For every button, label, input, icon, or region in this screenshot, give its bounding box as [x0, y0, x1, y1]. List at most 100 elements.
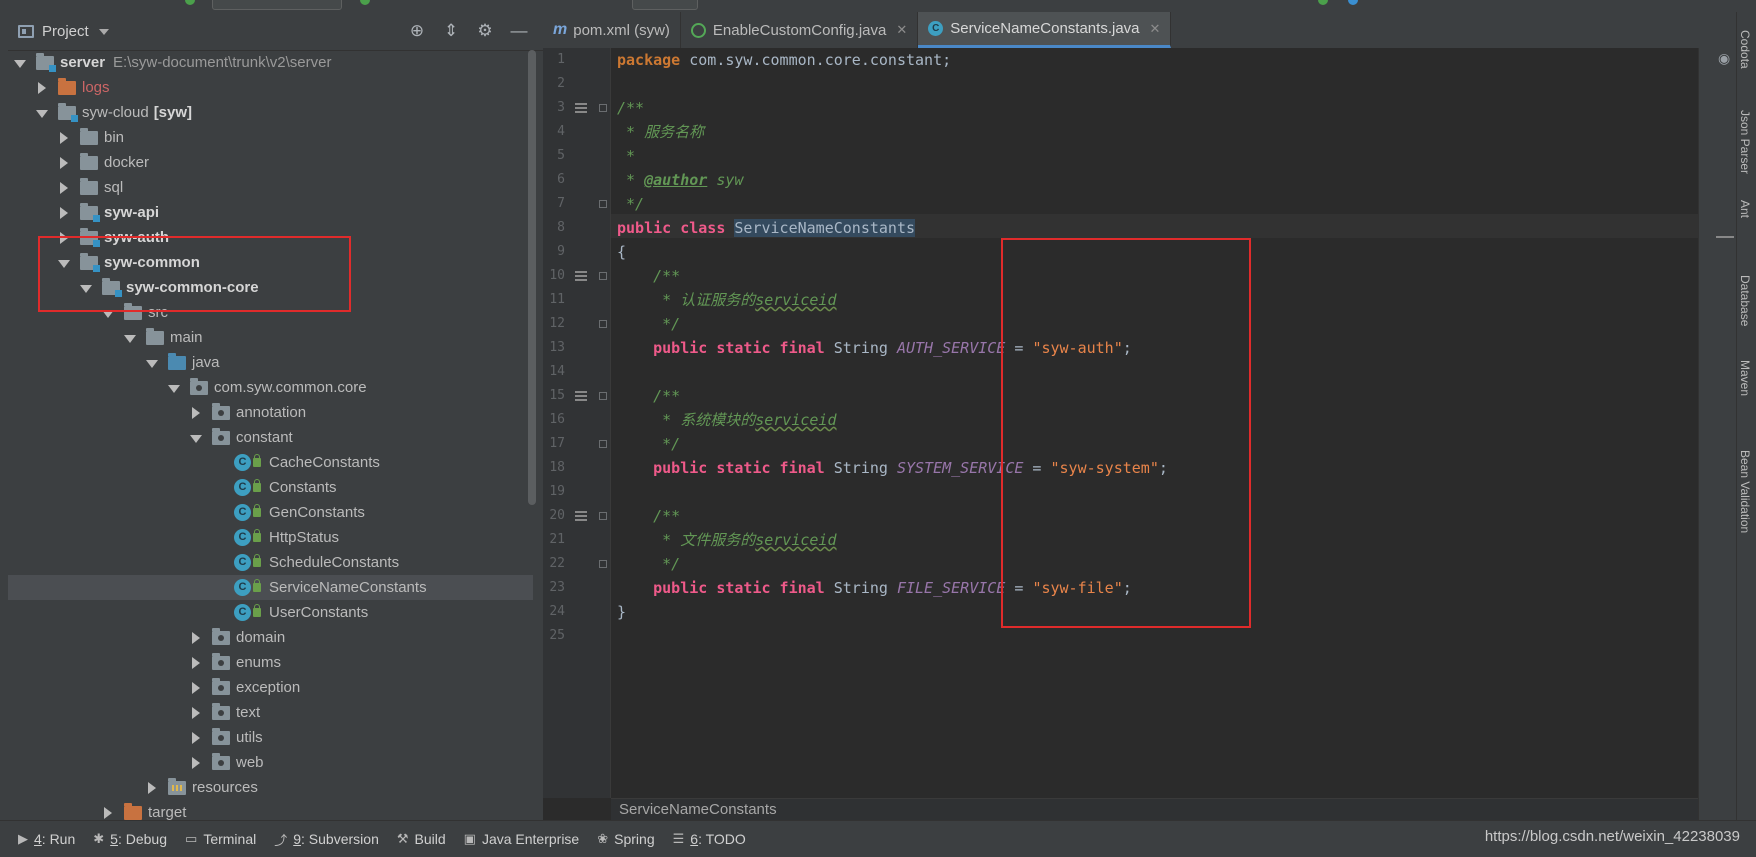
fold-icon[interactable] — [599, 320, 607, 328]
chevron-right-icon[interactable] — [190, 656, 202, 669]
package-icon — [212, 702, 230, 720]
tree-item-scheduleconstants[interactable]: C ScheduleConstants — [8, 550, 533, 575]
fold-icon[interactable] — [599, 440, 607, 448]
tree-item-genconstants[interactable]: C GenConstants — [8, 500, 533, 525]
chevron-right-icon[interactable] — [190, 756, 202, 769]
tree-item-exception[interactable]: exception — [8, 675, 533, 700]
build-icon[interactable] — [360, 0, 370, 5]
tree-item-annotation[interactable]: annotation — [8, 400, 533, 425]
fold-icon[interactable] — [599, 104, 607, 112]
tree-item-constant[interactable]: constant — [8, 425, 533, 450]
vcs-icon[interactable] — [1318, 0, 1328, 5]
locate-icon[interactable]: ⊕ — [407, 21, 427, 41]
bottom-tool-terminal[interactable]: ▭ Terminal — [185, 831, 256, 847]
update-icon[interactable] — [1348, 0, 1358, 5]
fold-icon[interactable] — [599, 200, 607, 208]
tree-item-resources[interactable]: resources — [8, 775, 533, 800]
folder-icon — [168, 777, 186, 795]
tree-item-servicenameconstants[interactable]: C ServiceNameConstants — [8, 575, 533, 600]
chevron-right-icon[interactable] — [190, 406, 202, 419]
chevron-down-icon[interactable] — [14, 57, 26, 69]
chevron-down-icon[interactable] — [124, 332, 136, 344]
chevron-right-icon[interactable] — [58, 156, 70, 169]
run-config-dropdown[interactable] — [212, 0, 342, 10]
bottom-tool-build[interactable]: ⚒ Build — [397, 831, 446, 847]
doc-comment-icon[interactable] — [575, 271, 587, 281]
bottom-tool-spring[interactable]: ❀ Spring — [597, 831, 654, 847]
chevron-right-icon[interactable] — [190, 631, 202, 644]
chevron-right-icon[interactable] — [58, 131, 70, 144]
tree-item-server[interactable]: server E:\syw-document\trunk\v2\server — [8, 50, 533, 75]
close-icon[interactable]: ✕ — [1150, 21, 1161, 37]
collapse-all-icon[interactable]: ⇕ — [441, 21, 461, 41]
tree-item-utils[interactable]: utils — [8, 725, 533, 750]
run-icon[interactable] — [185, 0, 195, 5]
tree-item-java[interactable]: java — [8, 350, 533, 375]
chevron-down-icon[interactable] — [98, 29, 109, 35]
fold-icon[interactable] — [599, 392, 607, 400]
fold-icon[interactable] — [599, 512, 607, 520]
tree-item-sql[interactable]: sql — [8, 175, 533, 200]
tool-label: Build — [414, 831, 446, 847]
right-tool-codota[interactable]: Codota — [1738, 30, 1752, 69]
chevron-right-icon[interactable] — [58, 206, 70, 219]
chevron-right-icon[interactable] — [102, 806, 114, 819]
minimize-icon[interactable]: — — [509, 21, 529, 41]
chevron-down-icon[interactable] — [146, 357, 158, 369]
subversion-icon: ⤴ — [274, 832, 288, 848]
project-icon — [18, 24, 34, 38]
tree-item-docker[interactable]: docker — [8, 150, 533, 175]
doc-comment-icon[interactable] — [575, 511, 587, 521]
bottom-tool-subversion[interactable]: ⤴ 9: Subversion — [274, 830, 379, 849]
chevron-right-icon[interactable] — [146, 781, 158, 794]
code-line-24: } — [617, 603, 627, 621]
tree-item-bin[interactable]: bin — [8, 125, 533, 150]
fold-icon[interactable] — [599, 560, 607, 568]
tree-item-text[interactable]: text — [8, 700, 533, 725]
tree-item-web[interactable]: web — [8, 750, 533, 775]
right-tool-ant[interactable]: Ant — [1738, 200, 1752, 218]
right-tool-json-parser[interactable]: Json Parser — [1738, 110, 1752, 174]
tree-item-userconstants[interactable]: C UserConstants — [8, 600, 533, 625]
gear-icon[interactable]: ⚙ — [475, 21, 495, 41]
close-icon[interactable]: ✕ — [896, 22, 907, 38]
bottom-tool-todo[interactable]: ☰ 6: TODO — [673, 831, 746, 847]
branch-dropdown[interactable] — [632, 0, 698, 10]
bottom-tool-run[interactable]: ▶ 4: Run — [18, 831, 75, 847]
eye-icon[interactable]: ◉ — [1718, 50, 1730, 67]
chevron-right-icon[interactable] — [190, 706, 202, 719]
right-tool-maven[interactable]: Maven — [1738, 360, 1752, 396]
breadcrumb-item[interactable]: ServiceNameConstants — [619, 801, 777, 818]
bottom-tool-debug[interactable]: ✱ 5: Debug — [93, 831, 167, 847]
bottom-tool-java-enterprise[interactable]: ▣ Java Enterprise — [464, 831, 580, 847]
doc-comment-icon[interactable] — [575, 103, 587, 113]
tree-item-main[interactable]: main — [8, 325, 533, 350]
fold-icon[interactable] — [599, 272, 607, 280]
chevron-right-icon[interactable] — [58, 181, 70, 194]
tree-item-httpstatus[interactable]: C HttpStatus — [8, 525, 533, 550]
project-scrollbar[interactable] — [528, 50, 536, 505]
code-line-8: public class ServiceNameConstants — [617, 219, 916, 237]
tree-item-cacheconstants[interactable]: C CacheConstants — [8, 450, 533, 475]
tree-item-constants[interactable]: C Constants — [8, 475, 533, 500]
chevron-right-icon[interactable] — [190, 681, 202, 694]
tree-item-syw-cloud[interactable]: syw-cloud [syw] — [8, 100, 533, 125]
doc-comment-icon[interactable] — [575, 391, 587, 401]
chevron-down-icon[interactable] — [168, 382, 180, 394]
tab-enablecustomconfig-java[interactable]: EnableCustomConfig.java ✕ — [681, 12, 919, 48]
chevron-down-icon[interactable] — [36, 107, 48, 119]
chevron-right-icon[interactable] — [190, 731, 202, 744]
tree-item-syw-api[interactable]: syw-api — [8, 200, 533, 225]
right-tool-bean-validation[interactable]: Bean Validation — [1738, 450, 1752, 533]
chevron-right-icon[interactable] — [36, 81, 48, 94]
tree-item-com-syw-common-core[interactable]: com.syw.common.core — [8, 375, 533, 400]
tree-item-enums[interactable]: enums — [8, 650, 533, 675]
chevron-down-icon[interactable] — [190, 432, 202, 444]
tab-servicenameconstants-java[interactable]: C ServiceNameConstants.java ✕ — [918, 12, 1172, 48]
tree-item-domain[interactable]: domain — [8, 625, 533, 650]
project-title[interactable]: Project — [42, 23, 89, 40]
tab-pom-xml-syw-[interactable]: m pom.xml (syw) — [543, 12, 681, 48]
tree-item-logs[interactable]: logs — [8, 75, 533, 100]
right-tool-database[interactable]: Database — [1738, 275, 1752, 326]
editor-breadcrumb[interactable]: ServiceNameConstants — [611, 798, 1698, 821]
